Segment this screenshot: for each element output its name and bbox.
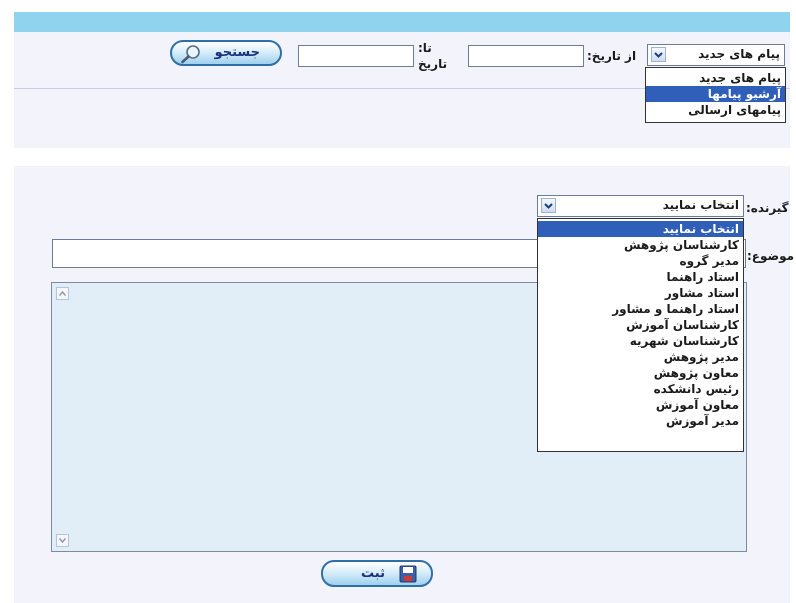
search-button-label: جستجو [214, 45, 260, 60]
recipient-option[interactable]: مدیر گروه [538, 253, 743, 269]
recipient-selected: انتخاب نمایید [662, 198, 739, 212]
magnifier-icon [180, 44, 202, 64]
recipient-select[interactable]: انتخاب نمایید [537, 195, 744, 217]
to-date-input[interactable] [298, 45, 414, 67]
header-bar [14, 12, 790, 32]
message-type-option[interactable]: پیامهای ارسالی [646, 102, 785, 118]
chevron-down-icon[interactable] [651, 47, 666, 62]
to-date-label: تا: [418, 41, 432, 55]
recipient-option[interactable]: مدیر آموزش [538, 413, 743, 429]
chevron-down-icon[interactable] [541, 198, 556, 213]
recipient-option[interactable]: کارشناسان شهریه [538, 333, 743, 349]
recipient-option[interactable]: استاد راهنما [538, 269, 743, 285]
message-type-options: پیام های جدید آرشیو پیامها پیامهای ارسال… [645, 67, 786, 123]
submit-button-label: ثبت [361, 566, 385, 581]
recipient-option[interactable]: انتخاب نمایید [538, 221, 743, 237]
recipient-label: گیرنده: [746, 201, 789, 215]
search-button[interactable]: جستجو [170, 40, 282, 66]
recipient-option[interactable]: استاد مشاور [538, 285, 743, 301]
floppy-disk-icon [399, 565, 417, 583]
message-type-select[interactable]: پیام های جدید [647, 44, 785, 66]
message-type-option[interactable]: آرشیو پیامها [646, 86, 785, 102]
recipient-option[interactable]: کارشناسان پژوهش [538, 237, 743, 253]
recipient-option[interactable]: مدیر پژوهش [538, 349, 743, 365]
scroll-up-icon[interactable] [56, 287, 69, 300]
submit-button[interactable]: ثبت [321, 560, 433, 587]
to-date-label-line2: تاریخ [418, 57, 448, 71]
message-type-selected: پیام های جدید [698, 47, 780, 61]
recipient-option[interactable]: رئیس دانشکده [538, 381, 743, 397]
recipient-options: انتخاب نمایید کارشناسان پژوهش مدیر گروه … [537, 218, 744, 452]
recipient-option[interactable]: معاون آموزش [538, 397, 743, 413]
message-type-option[interactable]: پیام های جدید [646, 70, 785, 86]
recipient-option[interactable]: استاد راهنما و مشاور [538, 301, 743, 317]
from-date-label: از تاریخ: [587, 49, 637, 63]
from-date-input[interactable] [468, 45, 584, 67]
subject-label: موضوع: [747, 249, 795, 263]
scroll-down-icon[interactable] [56, 534, 69, 547]
recipient-option[interactable]: کارشناسان آموزش [538, 317, 743, 333]
recipient-option[interactable]: معاون پژوهش [538, 365, 743, 381]
